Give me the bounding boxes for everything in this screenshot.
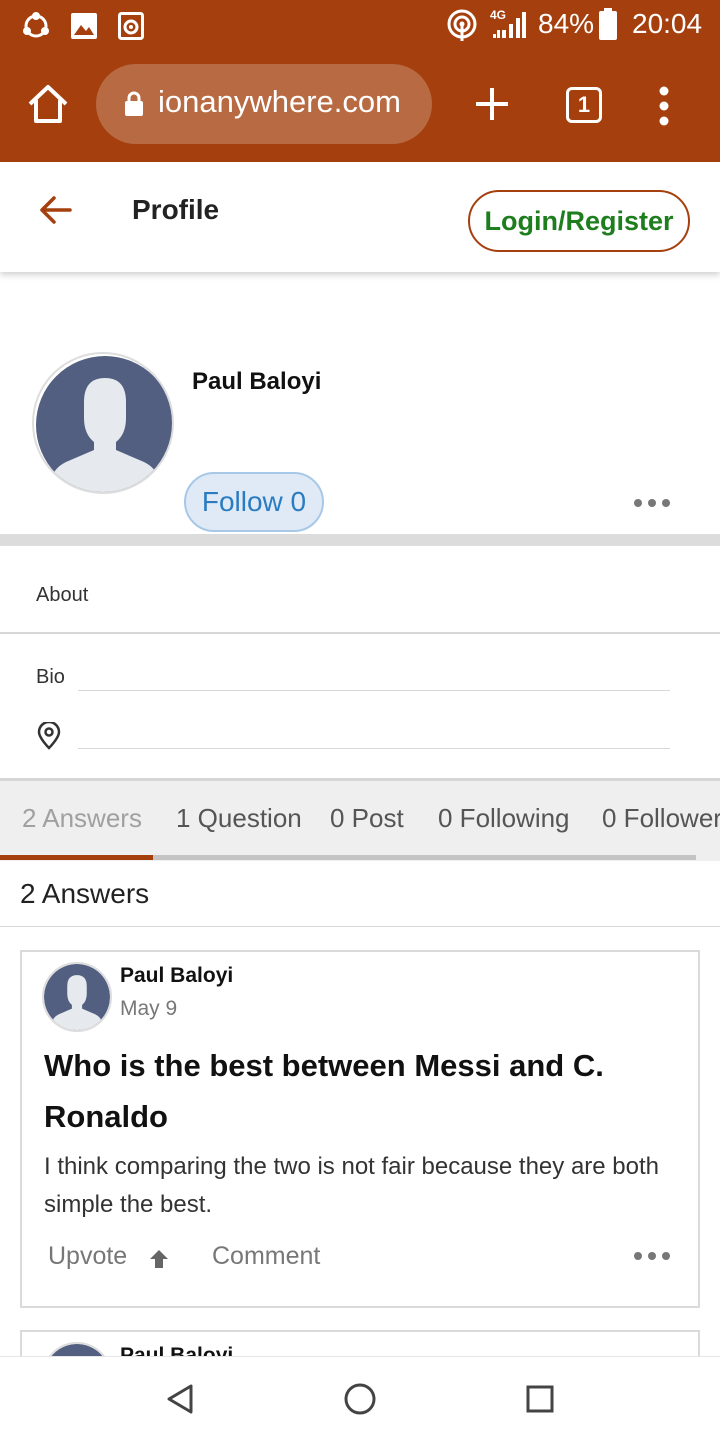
profile-avatar xyxy=(32,352,174,494)
recents-nav-icon[interactable] xyxy=(526,1385,554,1413)
url-text: ionanywhere.com xyxy=(158,84,401,119)
divider xyxy=(0,926,720,927)
user-silhouette-icon xyxy=(51,1344,103,1356)
upvote-arrow-icon[interactable] xyxy=(148,1248,170,1270)
user-silhouette-icon xyxy=(36,356,172,492)
signal-icon xyxy=(493,12,526,38)
battery-icon xyxy=(599,8,617,40)
more-icon[interactable] xyxy=(632,497,672,509)
plus-icon[interactable] xyxy=(474,86,510,122)
comment-button[interactable]: Comment xyxy=(212,1242,320,1271)
hotspot-icon xyxy=(447,9,477,41)
login-register-button[interactable]: Login/Register xyxy=(468,190,690,252)
tabs-button[interactable]: 1 xyxy=(566,87,602,123)
about-heading: About xyxy=(36,584,89,606)
section-divider xyxy=(0,534,720,546)
tab-answers[interactable]: 2 Answers xyxy=(22,803,142,834)
battery-percent: 84% xyxy=(538,8,595,39)
app-header: Profile Login/Register xyxy=(0,162,720,272)
page-title: Profile xyxy=(132,194,220,225)
bio-field-line xyxy=(78,690,670,691)
profile-stat-tabs: 2 Answers 1 Question 0 Post 0 Following … xyxy=(0,781,720,861)
user-silhouette-icon xyxy=(44,964,110,1030)
section-title: 2 Answers xyxy=(20,878,150,909)
upvote-button[interactable]: Upvote xyxy=(48,1242,127,1271)
system-nav-bar xyxy=(0,1356,720,1440)
follow-button[interactable]: Follow 0 xyxy=(184,472,324,532)
back-nav-icon[interactable] xyxy=(166,1384,194,1414)
clock: 20:04 xyxy=(632,8,703,39)
divider xyxy=(0,632,720,634)
location-icon xyxy=(37,722,61,750)
tab-questions[interactable]: 1 Question xyxy=(176,803,302,834)
back-arrow-icon[interactable] xyxy=(38,192,74,228)
profile-name: Paul Baloyi xyxy=(192,368,322,395)
author-avatar[interactable] xyxy=(42,962,112,1032)
tab-posts[interactable]: 0 Post xyxy=(330,803,404,834)
lock-icon xyxy=(125,91,143,116)
location-field-line xyxy=(78,748,670,749)
bio-label: Bio xyxy=(36,666,65,688)
camera-icon xyxy=(118,12,144,40)
tab-followers[interactable]: 0 Follower xyxy=(602,803,720,834)
browser-chrome: 4G 84% 20:04 ionanywhere.com 1 xyxy=(0,0,720,162)
answer-author[interactable]: Paul Baloyi xyxy=(120,1344,233,1356)
url-bar[interactable]: ionanywhere.com xyxy=(96,64,432,144)
author-avatar[interactable] xyxy=(42,1342,112,1356)
tab-active-indicator xyxy=(0,855,153,860)
menu-icon[interactable] xyxy=(656,86,672,126)
palette-icon xyxy=(23,12,49,38)
answer-card: Paul Baloyi May 9 Who is the best betwee… xyxy=(20,950,700,1308)
answer-card: Paul Baloyi xyxy=(20,1330,700,1356)
image-icon xyxy=(71,13,97,39)
answer-date: May 9 xyxy=(120,997,178,1020)
more-icon[interactable] xyxy=(632,1250,672,1262)
question-title[interactable]: Who is the best between Messi and C. Ron… xyxy=(44,1040,674,1142)
tab-following[interactable]: 0 Following xyxy=(438,803,570,834)
home-nav-icon[interactable] xyxy=(344,1383,376,1415)
answer-text: I think comparing the two is not fair be… xyxy=(44,1153,660,1218)
home-icon[interactable] xyxy=(26,82,70,126)
answer-author[interactable]: Paul Baloyi xyxy=(120,964,233,988)
